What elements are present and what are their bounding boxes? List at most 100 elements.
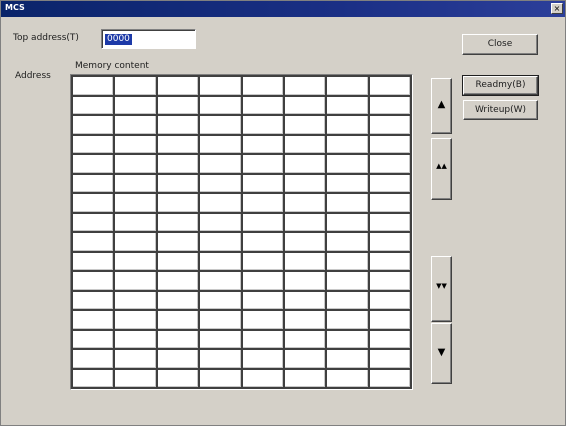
memory-cell[interactable]	[369, 155, 410, 173]
memory-cell[interactable]	[73, 272, 114, 290]
memory-cell[interactable]	[73, 174, 114, 192]
memory-cell[interactable]	[73, 116, 114, 134]
memory-cell[interactable]	[284, 213, 326, 231]
memory-cell[interactable]	[115, 194, 156, 212]
memory-cell[interactable]	[115, 252, 156, 270]
memory-cell[interactable]	[369, 96, 410, 114]
memory-cell[interactable]	[369, 272, 410, 290]
memory-cell[interactable]	[369, 330, 410, 348]
memory-cell[interactable]	[242, 135, 283, 153]
memory-cell[interactable]	[327, 116, 368, 134]
memory-cell[interactable]	[115, 330, 156, 348]
memory-cell[interactable]	[369, 213, 410, 231]
memory-cell[interactable]	[73, 291, 114, 309]
memory-cell[interactable]	[369, 194, 410, 212]
memory-cell[interactable]	[200, 116, 241, 134]
memory-cell[interactable]	[242, 233, 283, 251]
memory-cell[interactable]	[327, 252, 368, 270]
memory-cell[interactable]	[73, 311, 114, 329]
memory-cell[interactable]	[242, 252, 283, 270]
memory-cell[interactable]	[157, 233, 199, 251]
memory-cell[interactable]	[73, 252, 114, 270]
memory-cell[interactable]	[327, 330, 368, 348]
memory-cell[interactable]	[157, 350, 199, 368]
memory-cell[interactable]	[284, 369, 326, 387]
memory-cell[interactable]	[242, 194, 283, 212]
memory-cell[interactable]	[157, 77, 199, 95]
memory-cell[interactable]	[242, 155, 283, 173]
memory-cell[interactable]	[73, 213, 114, 231]
memory-cell[interactable]	[327, 213, 368, 231]
memory-cell[interactable]	[73, 369, 114, 387]
memory-cell[interactable]	[157, 369, 199, 387]
memory-cell[interactable]	[200, 272, 241, 290]
memory-cell[interactable]	[242, 330, 283, 348]
memory-cell[interactable]	[327, 135, 368, 153]
memory-cell[interactable]	[200, 291, 241, 309]
close-button[interactable]: Close	[462, 34, 538, 55]
memory-cell[interactable]	[284, 116, 326, 134]
title-close-button[interactable]: ×	[551, 3, 563, 14]
memory-cell[interactable]	[200, 330, 241, 348]
memory-cell[interactable]	[157, 252, 199, 270]
memory-cell[interactable]	[200, 174, 241, 192]
memory-cell[interactable]	[284, 77, 326, 95]
memory-cell[interactable]	[284, 135, 326, 153]
memory-cell[interactable]	[200, 194, 241, 212]
memory-cell[interactable]	[327, 174, 368, 192]
memory-cell[interactable]	[284, 291, 326, 309]
memory-cell[interactable]	[284, 252, 326, 270]
page-up-button[interactable]: ▲▲	[431, 138, 452, 200]
memory-cell[interactable]	[157, 330, 199, 348]
memory-cell[interactable]	[327, 291, 368, 309]
memory-cell[interactable]	[242, 311, 283, 329]
memory-cell[interactable]	[73, 155, 114, 173]
memory-cell[interactable]	[200, 77, 241, 95]
memory-cell[interactable]	[327, 155, 368, 173]
memory-cell[interactable]	[369, 77, 410, 95]
memory-cell[interactable]	[200, 135, 241, 153]
memory-cell[interactable]	[115, 311, 156, 329]
memory-cell[interactable]	[242, 213, 283, 231]
memory-cell[interactable]	[284, 311, 326, 329]
memory-cell[interactable]	[73, 350, 114, 368]
memory-cell[interactable]	[369, 174, 410, 192]
memory-cell[interactable]	[157, 174, 199, 192]
memory-cell[interactable]	[73, 194, 114, 212]
memory-cell[interactable]	[115, 291, 156, 309]
memory-cell[interactable]	[200, 233, 241, 251]
memory-cell[interactable]	[115, 174, 156, 192]
memory-cell[interactable]	[115, 77, 156, 95]
memory-cell[interactable]	[200, 252, 241, 270]
memory-cell[interactable]	[242, 369, 283, 387]
memory-cell[interactable]	[327, 194, 368, 212]
memory-cell[interactable]	[284, 174, 326, 192]
memory-cell[interactable]	[157, 194, 199, 212]
memory-cell[interactable]	[242, 116, 283, 134]
memory-cell[interactable]	[200, 155, 241, 173]
memory-cell[interactable]	[327, 233, 368, 251]
memory-cell[interactable]	[327, 272, 368, 290]
memory-cell[interactable]	[115, 233, 156, 251]
memory-cell[interactable]	[242, 77, 283, 95]
memory-cell[interactable]	[115, 272, 156, 290]
top-address-input[interactable]: 0000	[101, 29, 196, 49]
memory-cell[interactable]	[327, 311, 368, 329]
memory-cell[interactable]	[369, 116, 410, 134]
memory-cell[interactable]	[369, 252, 410, 270]
memory-cell[interactable]	[157, 213, 199, 231]
memory-cell[interactable]	[115, 116, 156, 134]
memory-cell[interactable]	[242, 96, 283, 114]
scroll-down-button[interactable]: ▼	[431, 323, 452, 384]
memory-cell[interactable]	[115, 369, 156, 387]
memory-cell[interactable]	[200, 369, 241, 387]
memory-cell[interactable]	[284, 233, 326, 251]
memory-cell[interactable]	[284, 272, 326, 290]
memory-cell[interactable]	[242, 291, 283, 309]
memory-cell[interactable]	[242, 350, 283, 368]
memory-cell[interactable]	[369, 233, 410, 251]
memory-cell[interactable]	[242, 174, 283, 192]
writeup-button[interactable]: Writeup(W)	[463, 100, 538, 120]
memory-cell[interactable]	[200, 213, 241, 231]
memory-cell[interactable]	[327, 77, 368, 95]
